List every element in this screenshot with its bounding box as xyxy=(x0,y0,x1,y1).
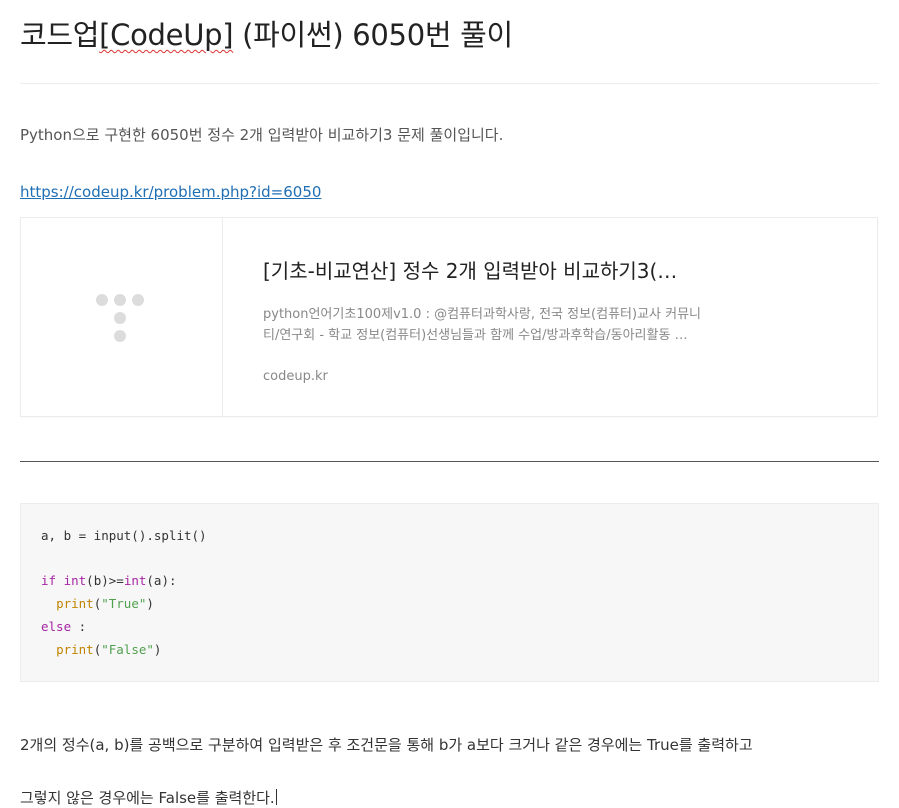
code-builtin: print xyxy=(56,596,94,611)
code-text: ) xyxy=(153,642,162,657)
intro-text: Python으로 구현한 6050번 정수 2개 입력받아 비교하기3 문제 풀… xyxy=(20,126,504,144)
text-cursor xyxy=(275,789,277,805)
card-host: codeup.kr xyxy=(263,369,328,384)
code-builtin: int xyxy=(123,573,147,588)
code-builtin: print xyxy=(56,642,94,657)
code-string: "True" xyxy=(101,596,147,611)
code-text: : xyxy=(71,619,87,634)
page-title: 코드업[CodeUp] (파이썬) 6050번 풀이 xyxy=(20,14,513,56)
explanation-paragraph: 2개의 정수(a, b)를 공백으로 구분하여 입력받은 후 조건문을 통해 b… xyxy=(20,736,753,754)
card-thumbnail xyxy=(21,218,223,416)
code-text: a, b = input().split() xyxy=(41,528,207,543)
card-description: python언어기초100제v1.0 : @컴퓨터과학사랑, 전국 정보(컴퓨터… xyxy=(263,304,733,346)
card-description-line: python언어기초100제v1.0 : @컴퓨터과학사랑, 전국 정보(컴퓨터… xyxy=(263,307,702,322)
horizontal-rule xyxy=(20,461,879,462)
code-text: (a): xyxy=(146,573,177,588)
code-line: a, b = input().split() xyxy=(41,527,207,545)
title-suffix: (파이썬) 6050번 풀이 xyxy=(233,18,513,52)
title-prefix: 코드업 xyxy=(20,18,100,52)
title-codeup-misspelled: [CodeUp] xyxy=(99,18,234,52)
code-keyword: if xyxy=(41,573,57,588)
code-line: else : xyxy=(41,618,86,636)
code-keyword: else xyxy=(41,619,72,634)
card-body: [기초-비교연산] 정수 2개 입력받아 비교하기3(… python언어기초1… xyxy=(263,256,733,384)
cutoff-text: 그렇지 않은 경우에는 False를 출력한다. xyxy=(20,789,275,807)
title-divider xyxy=(20,83,879,84)
card-description-line: 티/연구회 - 학교 정보(컴퓨터)선생님들과 함께 수업/방과후학습/동아리활… xyxy=(263,328,688,343)
code-line: print("False") xyxy=(41,641,161,659)
code-block: a, b = input().split() if int(b)>=int(a)… xyxy=(20,503,879,682)
link-preview-card[interactable]: [기초-비교연산] 정수 2개 입력받아 비교하기3(… python언어기초1… xyxy=(20,217,878,417)
code-text: (b)>= xyxy=(86,573,124,588)
card-title[interactable]: [기초-비교연산] 정수 2개 입력받아 비교하기3(… xyxy=(263,256,733,286)
code-line: if int(b)>=int(a): xyxy=(41,572,177,590)
problem-link[interactable]: https://codeup.kr/problem.php?id=6050 xyxy=(20,183,321,201)
code-builtin: int xyxy=(63,573,87,588)
code-string: "False" xyxy=(101,642,154,657)
code-text: ) xyxy=(146,596,154,611)
code-line: print("True") xyxy=(41,595,154,613)
